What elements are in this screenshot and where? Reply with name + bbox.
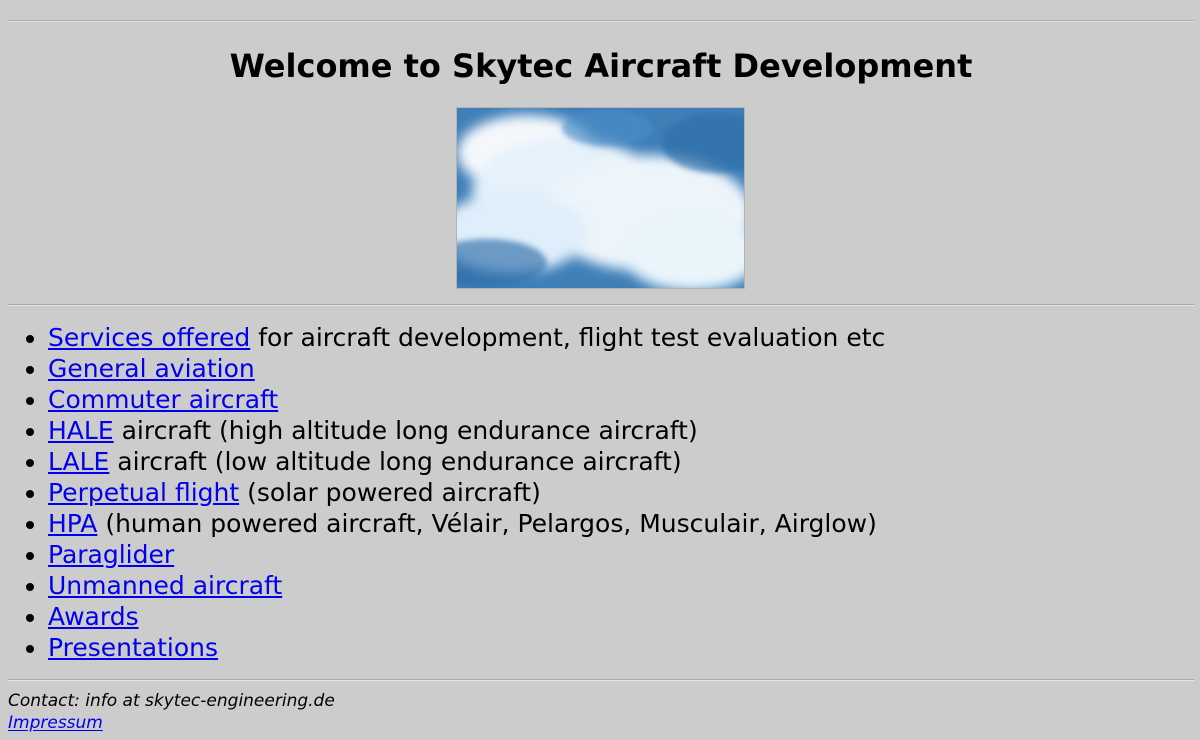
contact-text: Contact: info at skytec-engineering.de [8,691,335,711]
perpetual-flight-link[interactable]: Perpetual flight [48,478,239,507]
presentations-link[interactable]: Presentations [48,633,218,662]
hpa-link[interactable]: HPA [48,509,97,538]
list-item: HALE aircraft (high altitude long endura… [48,415,885,446]
bottom-divider [8,679,1194,681]
services-offered-description: for aircraft development, flight test ev… [250,323,886,352]
unmanned-aircraft-link[interactable]: Unmanned aircraft [48,571,282,600]
list-item: Paraglider [48,539,885,570]
list-item: Perpetual flight (solar powered aircraft… [48,477,885,508]
list-item: General aviation [48,353,885,384]
list-item: Presentations [48,632,885,663]
impressum-link[interactable]: Impressum [8,713,103,733]
hpa-description: (human powered aircraft, Vélair, Pelargo… [97,509,877,538]
top-divider [8,20,1194,22]
list-item: Awards [48,601,885,632]
awards-link[interactable]: Awards [48,602,139,631]
lale-link[interactable]: LALE [48,447,109,476]
perpetual-flight-description: (solar powered aircraft) [239,478,541,507]
link-list: Services offered for aircraft developmen… [8,322,885,663]
list-item: HPA (human powered aircraft, Vélair, Pel… [48,508,885,539]
list-item: Commuter aircraft [48,384,885,415]
lale-description: aircraft (low altitude long endurance ai… [109,447,682,476]
middle-divider [8,304,1194,306]
page-title: Welcome to Skytec Aircraft Development [229,47,973,85]
general-aviation-link[interactable]: General aviation [48,354,255,383]
list-item: LALE aircraft (low altitude long enduran… [48,446,885,477]
page: Welcome to Skytec Aircraft Development •… [8,0,1194,740]
commuter-aircraft-link[interactable]: Commuter aircraft [48,385,278,414]
services-offered-link[interactable]: Services offered [48,323,250,352]
hale-description: aircraft (high altitude long endurance a… [113,416,698,445]
clouds-photo [456,107,745,289]
list-item: Unmanned aircraft [48,570,885,601]
paraglider-link[interactable]: Paraglider [48,540,174,569]
footer: Contact: info at skytec-engineering.de I… [8,690,335,734]
list-item: Services offered for aircraft developmen… [48,322,885,353]
hale-link[interactable]: HALE [48,416,114,445]
